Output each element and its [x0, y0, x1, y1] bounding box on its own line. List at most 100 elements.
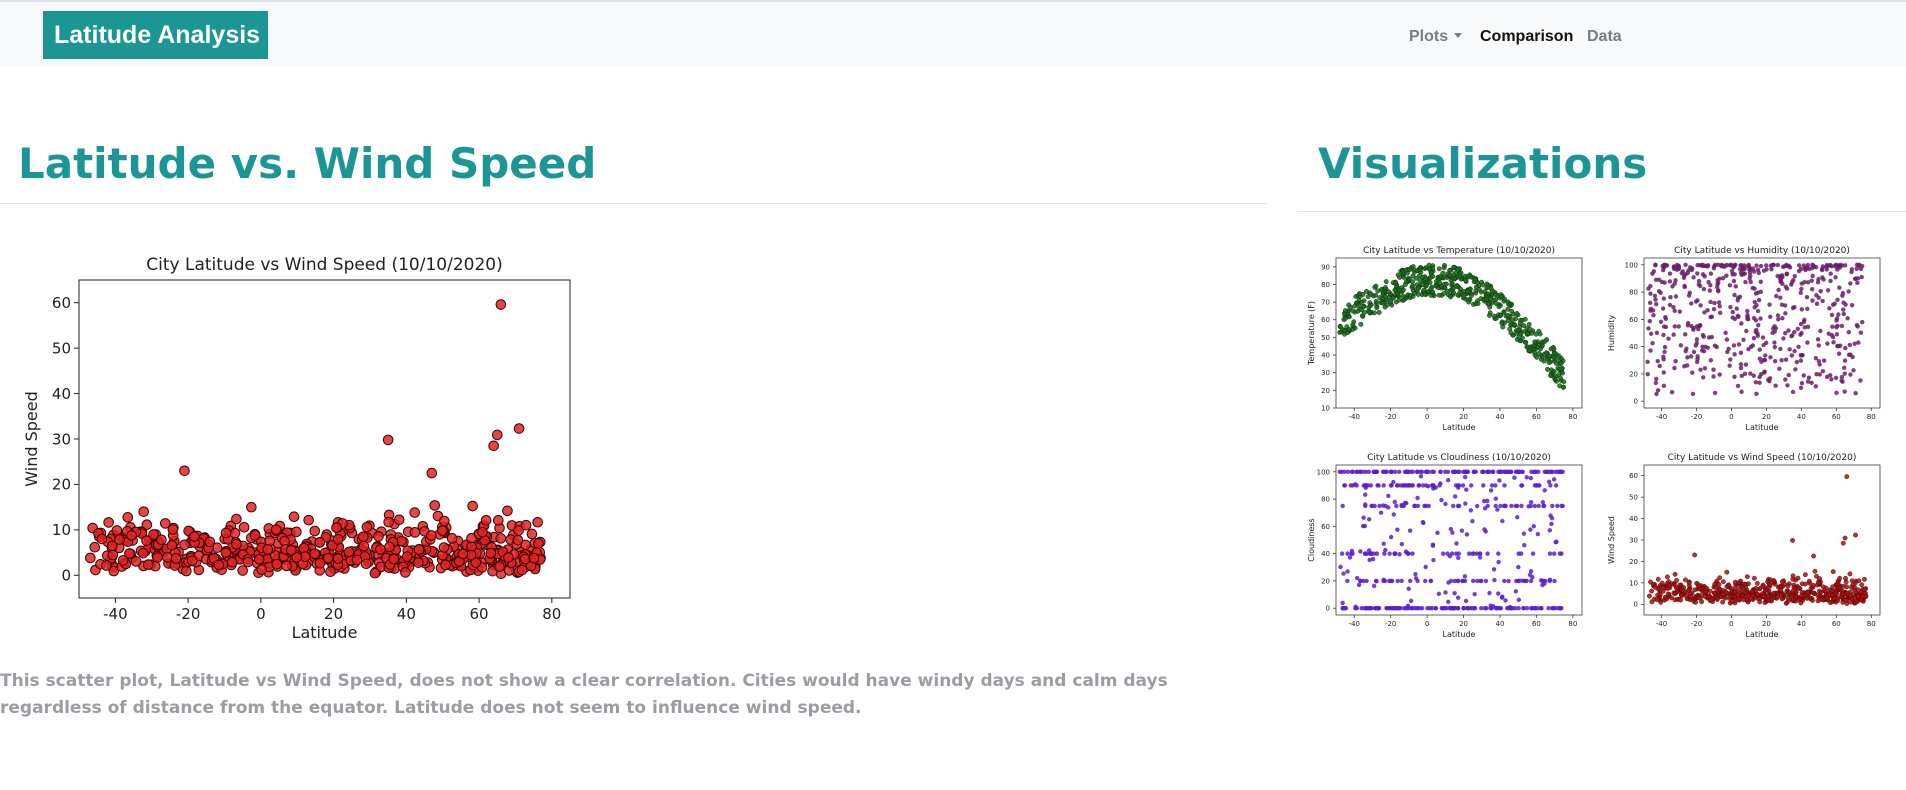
cloudiness-thumbnail-chart[interactable]: City Latitude vs Cloudiness (10/10/2020)…: [1300, 451, 1595, 651]
data-point: [446, 533, 458, 544]
data-point: [1712, 591, 1717, 597]
y-axis-label: Wind Speed: [1607, 516, 1616, 564]
data-point: [1388, 578, 1394, 584]
data-point: [1423, 283, 1429, 289]
windspeed-thumbnail-chart[interactable]: City Latitude vs Wind Speed (10/10/2020)…: [1600, 451, 1900, 651]
y-tick-label: 20: [1629, 558, 1638, 566]
data-point: [1696, 595, 1701, 600]
data-point: [1395, 578, 1400, 584]
data-point: [141, 535, 152, 546]
data-point: [1368, 483, 1374, 488]
data-point: [107, 540, 118, 552]
data-point: [1701, 334, 1706, 339]
data-point: [1488, 286, 1494, 292]
data-point: [1373, 298, 1379, 304]
data-point: [1536, 351, 1542, 356]
data-point: [1673, 359, 1678, 364]
data-point: [1428, 292, 1434, 298]
data-point: [1502, 483, 1507, 488]
data-point: [373, 531, 384, 542]
data-point: [1458, 270, 1464, 276]
data-point: [1500, 518, 1505, 524]
data-point: [1847, 593, 1853, 599]
data-point: [1521, 543, 1527, 548]
data-point: [1654, 302, 1659, 307]
brand-link[interactable]: Latitude Analysis: [43, 11, 268, 59]
x-axis-label: Latitude: [1443, 630, 1476, 639]
data-point: [1441, 291, 1447, 296]
data-point: [1655, 358, 1660, 364]
data-point: [1345, 551, 1350, 556]
data-point: [1795, 575, 1801, 581]
data-point: [1648, 331, 1654, 336]
nav-comparison[interactable]: Comparison: [1480, 28, 1573, 46]
data-point: [1498, 503, 1503, 509]
data-point: [1684, 346, 1689, 351]
data-point: [1647, 300, 1653, 305]
y-tick-label: 40: [1321, 352, 1330, 360]
data-point: [1462, 474, 1468, 480]
data-point: [1436, 292, 1442, 298]
data-point: [1672, 324, 1677, 329]
data-point: [1423, 276, 1429, 282]
data-point: [1542, 338, 1548, 344]
data-point: [1805, 340, 1810, 345]
data-point: [361, 521, 373, 533]
data-point: [1661, 383, 1667, 388]
temperature-thumbnail-chart[interactable]: City Latitude vs Temperature (10/10/2020…: [1300, 244, 1595, 444]
data-point: [1763, 353, 1768, 358]
data-point: [1784, 271, 1790, 276]
data-point: [1683, 272, 1688, 277]
data-point: [1345, 578, 1350, 584]
data-point: [1386, 289, 1392, 295]
data-point: [1461, 605, 1466, 611]
data-point: [1771, 262, 1776, 268]
data-point: [1669, 595, 1674, 601]
data-point: [1779, 302, 1785, 307]
data-point: [1859, 582, 1865, 588]
data-point: [1449, 281, 1455, 286]
data-point: [1460, 483, 1466, 488]
data-point: [1846, 329, 1851, 335]
data-point: [1541, 578, 1546, 584]
x-tick-label: -40: [1349, 620, 1360, 628]
data-point: [1655, 388, 1661, 393]
data-point: [1858, 266, 1864, 272]
x-tick-label: -20: [1385, 413, 1396, 421]
data-point: [1383, 503, 1388, 509]
data-point: [1702, 274, 1707, 279]
data-point: [1400, 287, 1406, 293]
data-point: [1716, 581, 1722, 587]
data-point: [1410, 483, 1415, 488]
data-point: [1437, 280, 1443, 286]
y-tick-label: 0: [1326, 605, 1330, 613]
data-point: [1741, 597, 1747, 603]
data-point: [1528, 578, 1534, 584]
nav-data[interactable]: Data: [1587, 28, 1622, 46]
data-point: [1515, 515, 1520, 520]
data-point: [1836, 351, 1842, 356]
data-point: [1493, 301, 1499, 306]
data-point: [1810, 583, 1816, 588]
data-point: [1451, 605, 1457, 611]
data-point: [1809, 278, 1814, 283]
data-point: [1825, 341, 1830, 346]
data-point: [1482, 506, 1488, 511]
y-tick-label: 60: [1321, 316, 1330, 324]
data-point: [1363, 605, 1369, 611]
data-point: [1472, 591, 1477, 597]
data-point: [1387, 551, 1392, 556]
data-point: [1657, 587, 1663, 593]
data-point: [1778, 588, 1784, 593]
data-point: [181, 565, 192, 577]
data-point: [1552, 578, 1557, 584]
humidity-thumbnail-chart[interactable]: City Latitude vs Humidity (10/10/2020) La…: [1600, 244, 1900, 444]
nav-plots-dropdown[interactable]: Plots: [1409, 28, 1463, 46]
data-point: [1705, 264, 1710, 269]
data-point: [1695, 271, 1700, 276]
data-point: [1338, 564, 1343, 570]
data-point: [1493, 496, 1499, 501]
data-point: [1522, 578, 1527, 584]
data-point: [493, 515, 504, 526]
data-point: [1480, 282, 1486, 288]
